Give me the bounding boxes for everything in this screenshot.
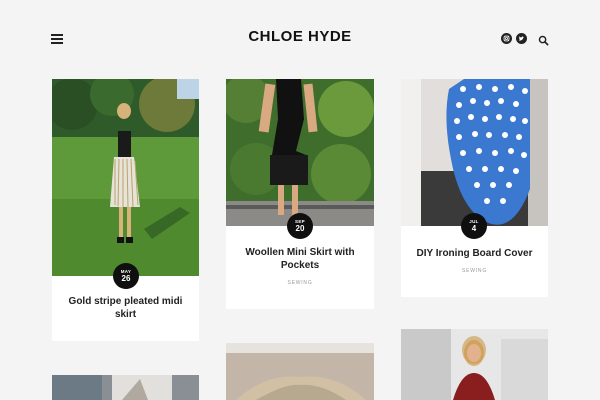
date-badge: MAY 26 [113,263,139,289]
post-card[interactable] [401,329,548,400]
post-card[interactable]: MAY 26 Gold stripe pleated midi skirt [52,79,199,341]
post-card[interactable]: JUL 4 DIY Ironing Board Cover SEWING [401,79,548,297]
post-card[interactable] [226,343,374,400]
post-image[interactable] [401,329,548,400]
post-image[interactable] [401,79,548,226]
post-title[interactable]: Woollen Mini Skirt with Pockets [240,246,360,272]
search-icon[interactable] [538,33,550,46]
social-links [501,33,527,44]
post-title[interactable]: DIY Ironing Board Cover [409,247,540,260]
post-title[interactable]: Gold stripe pleated midi skirt [60,295,191,321]
post-category[interactable]: SEWING [401,268,548,274]
post-category[interactable]: SEWING [226,280,374,286]
date-day: 20 [295,224,305,233]
post-image[interactable] [226,79,374,226]
post-image[interactable] [52,375,199,400]
date-badge: JUL 4 [461,213,487,239]
date-day: 4 [471,224,477,233]
twitter-icon[interactable] [516,33,527,44]
date-day: 26 [121,274,131,283]
post-card[interactable] [52,375,199,400]
site-header: CHLOE HYDE [0,0,600,80]
post-image[interactable] [52,79,199,276]
post-card[interactable]: SEP 20 Woollen Mini Skirt with Pockets S… [226,79,374,309]
date-badge: SEP 20 [287,213,313,239]
instagram-icon[interactable] [501,33,512,44]
post-image[interactable] [226,343,374,400]
